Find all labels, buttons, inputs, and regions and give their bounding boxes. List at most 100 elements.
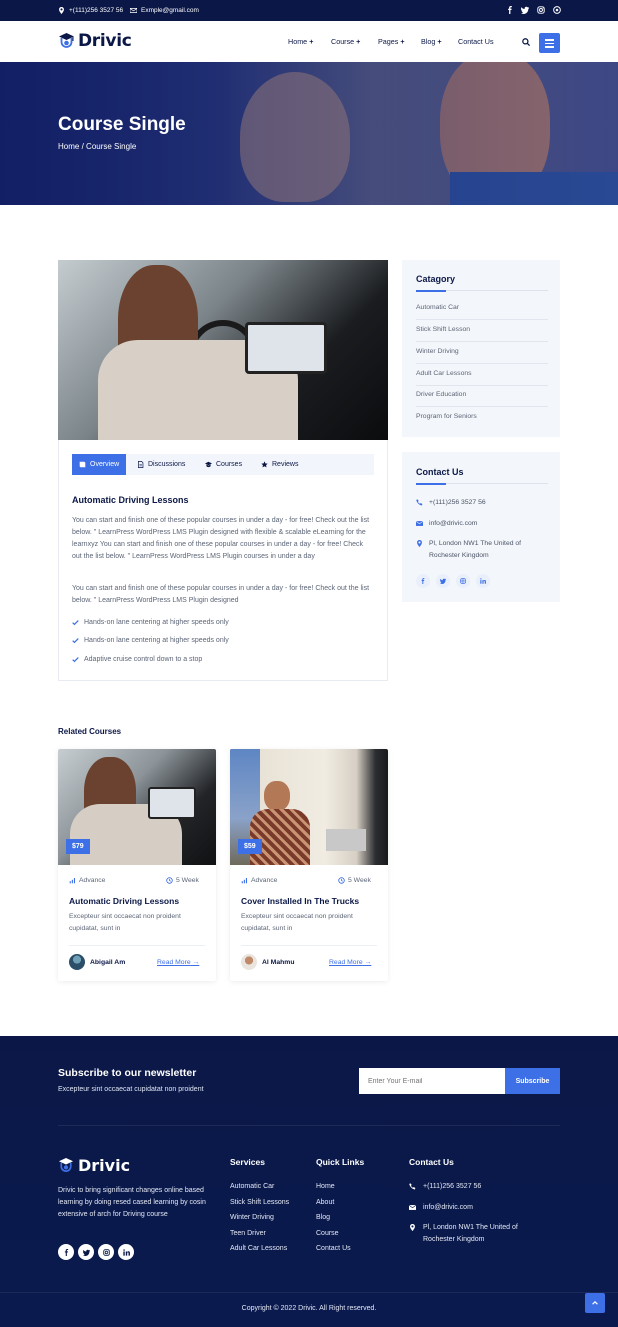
category-item[interactable]: Adult Car Lessons — [416, 370, 548, 377]
footer-facebook-link[interactable] — [58, 1244, 74, 1260]
newsletter-email-input[interactable] — [359, 1068, 505, 1094]
footer-service-link[interactable]: Stick Shift Lessons — [230, 1199, 289, 1206]
subscribe-button[interactable]: Subscribe — [505, 1068, 560, 1094]
footer-contact-phone[interactable]: +(111)256 3527 56 — [409, 1181, 481, 1193]
footer-twitter-link[interactable] — [78, 1244, 94, 1260]
image-person-face — [264, 781, 290, 811]
contact-title: Contact Us — [416, 467, 464, 477]
course-level-text: Advance — [79, 877, 106, 884]
category-item[interactable]: Driver Education — [416, 391, 548, 398]
nav-pages-plus: + — [400, 37, 405, 46]
feature-text: Adaptive cruise control down to a stop — [84, 656, 203, 663]
feature-text: Hands-on lane centering at higher speeds… — [84, 619, 229, 626]
topbar-email[interactable]: Exmple@gmail.com — [130, 7, 199, 14]
chevron-up-icon — [592, 1300, 598, 1305]
hamburger-menu-button[interactable] — [539, 33, 560, 53]
course-card[interactable]: $79 Advance 5 Week Automatic Driving Les… — [58, 749, 216, 981]
read-more-link[interactable]: Read More → — [157, 959, 199, 966]
contact-title-underline — [416, 482, 548, 485]
course-author-name: Al Mahmu — [262, 958, 295, 966]
contact-phone-text: +(111)256 3527 56 — [429, 499, 486, 506]
sidebar-linkedin-link[interactable] — [476, 574, 490, 588]
contact-email[interactable]: info@drivic.com — [416, 518, 477, 530]
category-item[interactable]: Automatic Car — [416, 304, 548, 311]
twitter-icon[interactable] — [521, 6, 529, 14]
footer-logo-text: Drivic — [78, 1156, 131, 1175]
topbar-phone-text: +(111)256 3527 56 — [69, 7, 124, 14]
instagram-icon — [102, 1248, 110, 1256]
footer-address-text: Pl, London NW1 The United of Rochester K… — [423, 1224, 518, 1243]
footer-quick-link[interactable]: Home — [316, 1183, 335, 1190]
nav-contact[interactable]: Contact Us — [458, 37, 494, 46]
breadcrumb-current: Course Single — [86, 142, 137, 151]
footer-linkedin-link[interactable] — [118, 1244, 134, 1260]
linkedin-icon — [480, 578, 486, 584]
course-title: Automatic Driving Lessons — [72, 495, 189, 505]
category-item[interactable]: Winter Driving — [416, 348, 548, 355]
facebook-icon[interactable] — [506, 6, 514, 14]
course-level-text: Advance — [251, 877, 278, 884]
contact-address-text: Pl, London NW1 The United of Rochester K… — [429, 540, 522, 559]
tab-courses-label: Courses — [216, 461, 243, 468]
footer-quick-link[interactable]: Course — [316, 1230, 339, 1237]
footer-email-text: info@drivic.com — [423, 1204, 473, 1211]
footer-logo[interactable]: Drivic — [58, 1156, 130, 1175]
instagram-icon[interactable] — [537, 6, 545, 14]
tab-reviews[interactable]: Reviews — [261, 454, 298, 475]
course-card[interactable]: $59 Advance 5 Week Cover Installed In Th… — [230, 749, 388, 981]
sidebar-instagram-link[interactable] — [456, 574, 470, 588]
related-courses-title: Related Courses — [58, 727, 122, 736]
footer-quick-link[interactable]: Contact Us — [316, 1245, 351, 1252]
logo-text: Drivic — [78, 31, 132, 51]
nav-home[interactable]: Home + — [288, 37, 313, 46]
footer-contact-email[interactable]: info@drivic.com — [409, 1202, 473, 1214]
nav-blog[interactable]: Blog + — [421, 37, 442, 46]
footer-service-link[interactable]: Adult Car Lessons — [230, 1245, 287, 1252]
tab-overview[interactable]: Overview — [72, 454, 127, 475]
tab-discussions[interactable]: Discussions — [137, 454, 185, 475]
course-author-name: Abigail Am — [90, 958, 126, 966]
footer-quick-link[interactable]: Blog — [316, 1214, 330, 1221]
footer-about: Drivic to bring significant changes onli… — [58, 1187, 206, 1218]
sidebar-facebook-link[interactable] — [416, 574, 430, 588]
breadcrumb-home[interactable]: Home — [58, 142, 79, 151]
scroll-to-top-button[interactable] — [585, 1293, 605, 1313]
footer-service-link[interactable]: Winter Driving — [230, 1214, 274, 1221]
topbar-phone[interactable]: +(111)256 3527 56 — [58, 7, 123, 14]
linkedin-icon — [122, 1248, 130, 1256]
check-icon — [72, 620, 79, 626]
read-more-link[interactable]: Read More → — [329, 959, 371, 966]
site-logo[interactable]: Drivic — [58, 31, 132, 51]
contact-phone[interactable]: +(111)256 3527 56 — [416, 497, 486, 509]
category-divider — [416, 385, 548, 386]
category-item[interactable]: Program for Seniors — [416, 413, 548, 420]
tab-courses[interactable]: Courses — [205, 454, 242, 475]
contact-email-text: info@drivic.com — [429, 520, 478, 527]
nav-blog-label: Blog — [421, 37, 436, 46]
avatar — [69, 954, 85, 970]
newsletter-subtitle: Excepteur sint occaecat cupidatat non pr… — [58, 1086, 204, 1093]
dribbble-icon[interactable] — [553, 6, 561, 14]
category-item[interactable]: Stick Shift Lesson — [416, 326, 548, 333]
newsletter-title: Subscribe to our newsletter — [58, 1067, 197, 1079]
course-card-title[interactable]: Automatic Driving Lessons — [69, 896, 179, 906]
services-title: Services — [230, 1157, 265, 1167]
footer-service-link[interactable]: Teen Driver — [230, 1230, 266, 1237]
nav-course[interactable]: Course + — [331, 37, 360, 46]
topbar-email-text: Exmple@gmail.com — [141, 7, 199, 14]
search-icon[interactable] — [522, 38, 530, 46]
footer-quick-link[interactable]: About — [316, 1199, 334, 1206]
nav-pages[interactable]: Pages + — [378, 37, 405, 46]
image-truck-part — [326, 829, 366, 851]
footer-contact-title: Contact Us — [409, 1157, 454, 1167]
tab-overview-label: Overview — [90, 461, 120, 468]
footer-service-link[interactable]: Automatic Car — [230, 1183, 274, 1190]
footer-instagram-link[interactable] — [98, 1244, 114, 1260]
read-more-label: Read More — [157, 959, 191, 966]
course-duration-text: 5 Week — [176, 877, 199, 884]
course-card-title[interactable]: Cover Installed In The Trucks — [241, 896, 359, 906]
sidebar-twitter-link[interactable] — [436, 574, 450, 588]
top-bar: +(111)256 3527 56 Exmple@gmail.com — [0, 0, 618, 21]
nav-blog-plus: + — [437, 37, 442, 46]
envelope-icon — [409, 1205, 416, 1210]
